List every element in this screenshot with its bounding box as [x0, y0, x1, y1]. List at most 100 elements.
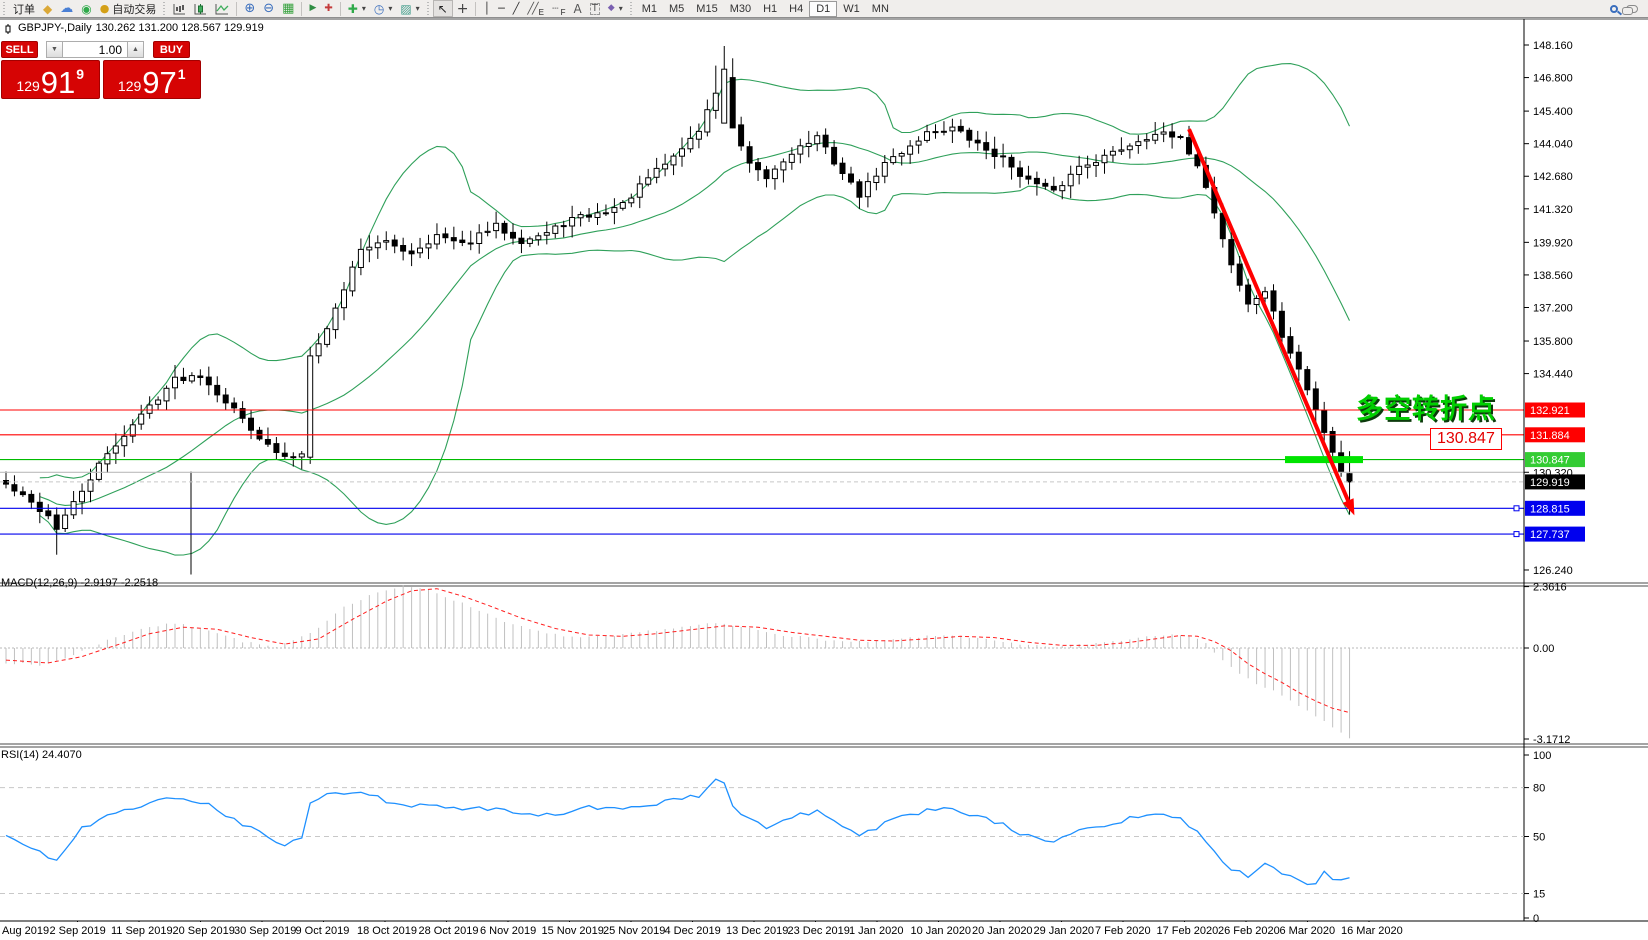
buy-price-box[interactable]: 129 97 1 — [103, 60, 202, 99]
annotation-text[interactable]: 多空转折点 — [1356, 387, 1496, 426]
price-tick-label: 145.400 — [1533, 106, 1573, 118]
autotrading-button[interactable]: ● 自动交易 — [96, 0, 161, 17]
rsi-line — [6, 779, 1350, 884]
horizontal-line-icon: ─ — [498, 3, 505, 14]
timeframe-d1[interactable]: D1 — [809, 1, 837, 17]
metaeditor-button[interactable]: ◆ — [39, 0, 56, 17]
price-axis[interactable]: 148.160146.800145.400144.040142.680141.3… — [1524, 40, 1585, 925]
rsi-tick-label: 15 — [1533, 889, 1545, 901]
price-tick-label: 148.160 — [1533, 40, 1573, 52]
buy-price-pip: 1 — [178, 67, 186, 81]
equidistant-channel-icon: ╱╱ — [527, 3, 536, 14]
time-axis-label: 13 Dec 2019 — [726, 925, 788, 937]
candlestick-chart-button[interactable] — [190, 0, 211, 17]
periods-button[interactable]: ◷ ▾ — [370, 0, 397, 17]
sell-price-main: 129 — [16, 79, 39, 93]
rsi-panel[interactable] — [0, 779, 1524, 893]
buy-price-main: 129 — [118, 79, 141, 93]
cursor-tool-button[interactable]: ↖ — [433, 0, 453, 17]
zoom-out-button[interactable]: ⊖ — [259, 0, 278, 17]
line-handle[interactable] — [1514, 532, 1519, 537]
timeframe-mn[interactable]: MN — [866, 1, 895, 17]
time-axis-label: 17 Feb 2020 — [1157, 925, 1219, 937]
timeframe-m30[interactable]: M30 — [724, 1, 757, 17]
rsi-tick-label: 50 — [1533, 832, 1545, 844]
fibonacci-tool-button[interactable]: ┄ F — [548, 0, 570, 17]
toolbar-grip[interactable] — [2, 2, 7, 16]
lot-decrease-button[interactable]: ▼ — [46, 41, 63, 58]
price-tick-label: 146.800 — [1533, 73, 1573, 85]
search-icon — [1610, 5, 1618, 13]
channel-sub-label: E — [539, 8, 544, 17]
toolbar-grip[interactable] — [426, 2, 431, 16]
timeframe-m5[interactable]: M5 — [663, 1, 690, 17]
signals-icon: ◉ — [81, 3, 91, 15]
auto-scroll-button[interactable]: ✚ — [320, 0, 336, 17]
timeframe-m1[interactable]: M1 — [636, 1, 663, 17]
arrows-icon: ◆ — [608, 4, 615, 13]
buy-button[interactable]: BUY — [153, 41, 190, 58]
support-highlight-bar[interactable] — [1285, 456, 1363, 463]
tile-windows-button[interactable]: ▦ — [278, 0, 298, 17]
text-label-tool-button[interactable]: T — [586, 0, 604, 17]
time-axis-label: Aug 2019 — [2, 925, 49, 937]
price-chart-svg[interactable]: 148.160146.800145.400144.040142.680141.3… — [0, 18, 1648, 940]
toolbar-separator — [340, 2, 341, 16]
vertical-line-tool-button[interactable]: │ — [479, 0, 494, 17]
line-handle[interactable] — [1514, 506, 1519, 511]
line-chart-icon — [215, 3, 229, 15]
price-tick-label: 134.440 — [1533, 369, 1573, 381]
search-button[interactable] — [1606, 0, 1622, 17]
bar-chart-button[interactable] — [169, 0, 190, 17]
price-label-text: 131.884 — [1530, 430, 1570, 442]
chart-shift-button[interactable]: ▶ — [305, 0, 320, 17]
time-axis-label: 1 Jan 2020 — [849, 925, 903, 937]
time-axis-label: 16 Mar 2020 — [1341, 925, 1403, 937]
horizontal-line-tool-button[interactable]: ─ — [494, 0, 509, 17]
sell-button[interactable]: SELL — [1, 41, 38, 58]
lot-size-input[interactable] — [63, 41, 127, 58]
toolbar-grip[interactable] — [162, 2, 167, 16]
metaeditor-icon: ◆ — [43, 3, 52, 15]
time-axis-label: 26 Feb 2020 — [1218, 925, 1280, 937]
time-axis-label: 29 Jan 2020 — [1034, 925, 1095, 937]
line-chart-button[interactable] — [211, 0, 233, 17]
chart-workspace[interactable]: 148.160146.800145.400144.040142.680141.3… — [0, 18, 1648, 940]
sell-price-pip: 9 — [76, 67, 84, 81]
price-tag-label[interactable]: 130.847 — [1430, 428, 1502, 450]
timeframe-h1[interactable]: H1 — [757, 1, 783, 17]
macd-panel[interactable] — [0, 586, 1524, 739]
text-label-icon: T — [590, 3, 600, 15]
trend-arrow[interactable] — [1189, 129, 1352, 510]
lot-increase-button[interactable]: ▲ — [127, 41, 144, 58]
timeframe-w1[interactable]: W1 — [837, 1, 866, 17]
text-tool-button[interactable]: A — [569, 0, 585, 17]
mt4-window: 订单 ◆ ☁ ◉ ● 自动交易 ⊕ ⊖ — [0, 0, 1648, 940]
timeframe-m15[interactable]: M15 — [690, 1, 723, 17]
main-chart-panel[interactable] — [0, 46, 1524, 575]
community-chat-button[interactable] — [1622, 0, 1642, 17]
trendline-tool-button[interactable]: ╱ — [509, 0, 524, 17]
indicators-button[interactable]: ✚ ▾ — [344, 0, 370, 17]
templates-button[interactable]: ▨ ▾ — [396, 0, 423, 17]
zoom-in-button[interactable]: ⊕ — [240, 0, 259, 17]
channel-tool-button[interactable]: ╱╱ E — [523, 0, 548, 17]
symbol-chart-icon — [3, 23, 14, 34]
time-axis-label: 11 Sep 2019 — [111, 925, 173, 937]
crosshair-tool-button[interactable]: + — [453, 0, 473, 17]
time-axis[interactable]: Aug 20192 Sep 201911 Sep 201920 Sep 2019… — [0, 922, 1648, 940]
chevron-down-icon: ▾ — [619, 4, 623, 13]
time-axis-label: 7 Feb 2020 — [1095, 925, 1151, 937]
timeframe-h4[interactable]: H4 — [783, 1, 809, 17]
sell-price-big: 91 — [41, 70, 75, 95]
time-axis-label: 25 Nov 2019 — [603, 925, 665, 937]
chevron-down-icon: ▾ — [416, 4, 420, 13]
arrows-tool-button[interactable]: ◆ ▾ — [604, 0, 627, 17]
signals-button[interactable]: ◉ — [77, 0, 95, 17]
sell-price-box[interactable]: 129 91 9 — [1, 60, 100, 99]
indicators-icon: ✚ — [348, 3, 358, 15]
bar-chart-icon — [173, 3, 186, 15]
virtual-hosting-button[interactable]: ☁ — [56, 0, 77, 17]
new-order-button[interactable]: 订单 — [9, 0, 39, 17]
toolbar-grip[interactable] — [629, 2, 634, 16]
